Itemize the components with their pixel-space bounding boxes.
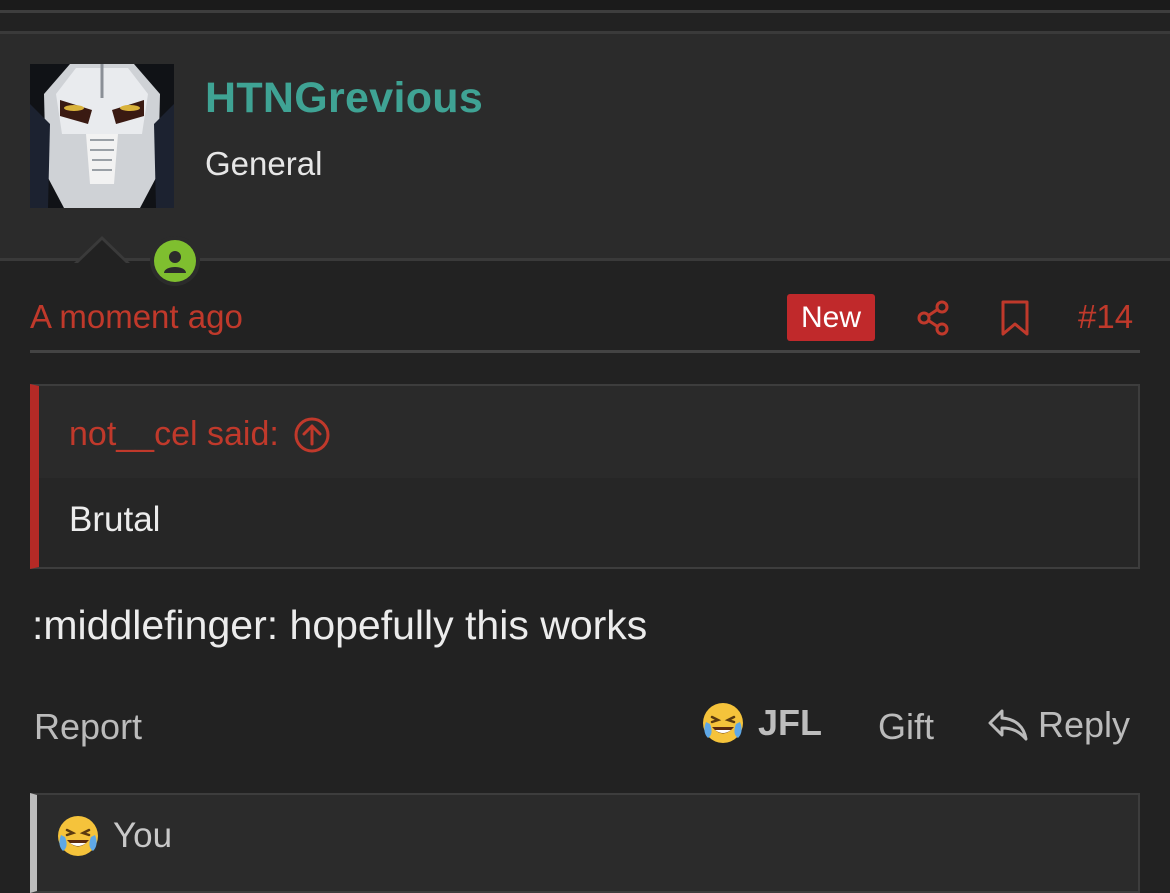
quote-block: not__cel said: Brutal (30, 384, 1140, 569)
quote-author-link[interactable]: not__cel said: (69, 415, 331, 454)
reactions-user-label: You (113, 816, 173, 855)
meta-divider (30, 350, 1140, 353)
new-badge: New (787, 294, 875, 341)
share-icon[interactable] (916, 300, 952, 336)
avatar[interactable] (30, 64, 200, 286)
post-author-header (0, 31, 1170, 261)
post-number-link[interactable]: #14 (1078, 298, 1133, 336)
quote-text: Brutal (69, 500, 161, 539)
author-username[interactable]: HTNGrevious (205, 74, 483, 123)
top-bar (0, 0, 1170, 10)
reply-label: Reply (1038, 704, 1131, 745)
general-grievous-avatar-icon (30, 64, 174, 208)
laughing-crying-emoji-icon (58, 816, 98, 856)
reaction-label: JFL (758, 702, 823, 743)
reaction-button[interactable]: JFL (700, 700, 822, 746)
post-actions: Report JFL Gift Reply (30, 700, 1140, 756)
reply-button[interactable]: Reply (986, 704, 1130, 746)
bookmark-icon[interactable] (1000, 300, 1030, 336)
reactions-summary[interactable]: You (30, 793, 1140, 893)
online-status-badge (150, 236, 200, 286)
post-meta: A moment ago New #14 (30, 292, 1140, 344)
author-title: General (205, 145, 323, 182)
post-timestamp[interactable]: A moment ago (30, 298, 243, 336)
quote-body: Brutal (39, 478, 1138, 567)
reply-arrow-icon (988, 709, 1028, 741)
gift-button[interactable]: Gift (878, 706, 934, 748)
report-button[interactable]: Report (34, 706, 142, 748)
top-divider (0, 10, 1170, 13)
arrow-up-circle-icon[interactable] (293, 416, 331, 454)
user-online-icon (164, 251, 186, 273)
quote-author-label: not__cel said: (69, 415, 279, 453)
laughing-crying-emoji-icon (703, 703, 743, 743)
post-message: :middlefinger: hopefully this works (32, 602, 648, 648)
quote-header: not__cel said: (39, 386, 1138, 478)
